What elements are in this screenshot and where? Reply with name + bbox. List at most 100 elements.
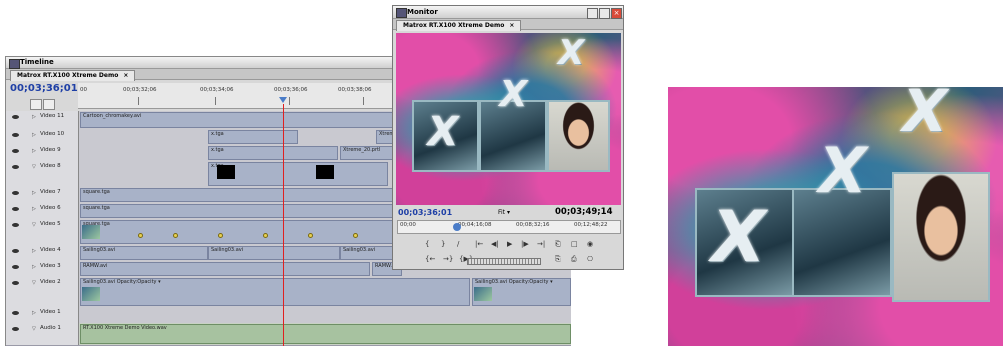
settings-button[interactable]: ◉ [587, 240, 593, 248]
keyframe-icon[interactable] [308, 233, 313, 238]
expand-icon[interactable]: ▷ [32, 310, 36, 316]
track-header[interactable]: ▽ Video 2 [6, 277, 79, 307]
timeline-clip[interactable]: x.tga [208, 146, 338, 160]
audio-clip[interactable]: RT.X100 Xtreme Demo Video.wav [80, 324, 571, 344]
timeline-timecode[interactable]: 00;03;36;01 [10, 83, 78, 94]
go-to-out-button[interactable]: →| [537, 240, 545, 248]
expand-icon[interactable]: ▷ [32, 248, 36, 254]
export-frame-button[interactable]: ⎗ [555, 240, 561, 249]
expand-icon[interactable]: ▽ [32, 326, 36, 332]
eye-icon[interactable] [12, 165, 19, 169]
timeline-sequence-tab[interactable]: Matrox RT.X100 Xtreme Demo × [10, 70, 136, 81]
expand-icon[interactable]: ▷ [32, 148, 36, 154]
track-lane[interactable]: Sailing03.avi Opacity:Opacity ▾ Sailing0… [78, 277, 571, 307]
jog-shuttle[interactable] [467, 258, 541, 265]
eye-icon[interactable] [12, 133, 19, 137]
safe-margins-button[interactable]: □ [571, 240, 578, 248]
monitor-video-frame[interactable]: X X X [396, 33, 621, 205]
eye-icon[interactable] [12, 281, 19, 285]
track-header[interactable]: ▽ Video 8 [6, 161, 79, 187]
tab-close-icon[interactable]: × [123, 72, 128, 79]
clip-thumbnail [316, 165, 334, 179]
expand-icon[interactable]: ▷ [32, 190, 36, 196]
close-icon[interactable]: × [611, 8, 622, 19]
clip-thumbnail [217, 165, 235, 179]
tab-close-icon[interactable]: × [509, 22, 514, 29]
eye-icon[interactable] [12, 191, 19, 195]
keyframe-icon[interactable] [218, 233, 223, 238]
expand-icon[interactable]: ▷ [32, 206, 36, 212]
playhead-marker[interactable] [279, 97, 287, 103]
expand-icon[interactable]: ▷ [32, 264, 36, 270]
track-header[interactable]: ▽ Audio 1 [6, 323, 79, 345]
go-to-in-button[interactable]: |← [475, 240, 483, 248]
expand-icon[interactable]: ▽ [32, 280, 36, 286]
track-header[interactable]: ▷ Video 1 [6, 307, 79, 323]
step-forward-button[interactable]: |▶ [521, 240, 529, 248]
minimize-icon[interactable] [587, 8, 598, 19]
snap-icon[interactable] [30, 99, 42, 110]
eye-icon[interactable] [12, 265, 19, 269]
monitor-zoom-select[interactable]: Fit ▾ [498, 209, 510, 216]
go-to-next-edit-button[interactable]: →} [443, 255, 453, 263]
maximize-icon[interactable] [599, 8, 610, 19]
monitor-duration-timecode: 00;03;49;14 [555, 207, 613, 217]
keyframe-icon[interactable] [353, 233, 358, 238]
eye-icon[interactable] [12, 149, 19, 153]
go-to-previous-edit-button[interactable]: {← [425, 255, 435, 263]
eye-icon[interactable] [12, 207, 19, 211]
eye-icon[interactable] [12, 115, 19, 119]
monitor-titlebar[interactable]: Monitor × [393, 6, 623, 19]
monitor-playhead-icon[interactable] [453, 223, 461, 231]
mark-in-button[interactable]: { [425, 240, 429, 248]
zoom-label: Fit [498, 209, 506, 216]
expand-icon[interactable]: ▽ [32, 164, 36, 170]
track-header[interactable]: ▷ Video 4 [6, 245, 79, 261]
monitor-current-timecode[interactable]: 00;03;36;01 [398, 208, 452, 217]
keyframe-icon[interactable] [173, 233, 178, 238]
keyframe-icon[interactable] [138, 233, 143, 238]
timeline-title: Timeline [20, 58, 54, 66]
extract-button[interactable]: ⎙ [571, 255, 577, 264]
track-lane[interactable]: RT.X100 Xtreme Demo Video.wav [78, 323, 571, 345]
monitor-window: Monitor × Matrox RT.X100 Xtreme Demo × X … [392, 5, 624, 270]
play-button[interactable]: ▶ [507, 240, 512, 248]
track-header[interactable]: ▽ Video 5 [6, 219, 79, 245]
speaker-icon[interactable] [12, 327, 19, 331]
monitor-tab-label: Matrox RT.X100 Xtreme Demo [403, 22, 505, 29]
timeline-tool-buttons [26, 99, 66, 110]
timeline-clip[interactable]: x.tga [208, 130, 298, 144]
timeline-clip[interactable]: Sailing03.avi [208, 246, 340, 260]
timeline-clip[interactable]: x.tga [208, 162, 388, 186]
track-header[interactable]: ▷ Video 9 [6, 145, 79, 161]
trim-button[interactable]: ⎔ [587, 255, 593, 263]
monitor-sequence-tab[interactable]: Matrox RT.X100 Xtreme Demo × [396, 20, 522, 31]
track-header[interactable]: ▷ Video 3 [6, 261, 79, 277]
mark-out-button[interactable]: } [441, 240, 445, 248]
expand-icon[interactable]: ▽ [32, 222, 36, 228]
expand-icon[interactable]: ▷ [32, 114, 36, 120]
track-header[interactable]: ▷ Video 6 [6, 203, 79, 219]
set-marker-button[interactable]: / [457, 240, 459, 248]
timeline-clip[interactable]: Sailing03.avi Opacity:Opacity ▾ [80, 278, 470, 306]
marker-icon[interactable] [43, 99, 55, 110]
monitor-ruler[interactable]: 00;00 00;04;16;08 00;08;32;16 00;12;48;2… [397, 220, 621, 234]
eye-icon[interactable] [12, 249, 19, 253]
playhead-line[interactable] [283, 104, 284, 346]
timeline-clip[interactable]: Sailing03.avi [80, 246, 208, 260]
eye-icon[interactable] [12, 223, 19, 227]
lift-button[interactable]: ⎘ [555, 255, 561, 264]
monitor-title: Monitor [407, 8, 438, 16]
timeline-clip[interactable]: RAMW.avi [80, 262, 370, 276]
eye-icon[interactable] [12, 311, 19, 315]
expand-icon[interactable]: ▷ [32, 132, 36, 138]
track-header[interactable]: ▷ Video 7 [6, 187, 79, 203]
ruler-label: 00 [80, 87, 87, 93]
timeline-window-icon [9, 59, 20, 69]
track-header[interactable]: ▷ Video 10 [6, 129, 79, 145]
step-back-button[interactable]: ◀| [491, 240, 499, 248]
track-lane[interactable] [78, 307, 571, 323]
keyframe-icon[interactable] [263, 233, 268, 238]
track-name: Video 6 [40, 205, 61, 211]
track-header[interactable]: ▷ Video 11 [6, 111, 79, 129]
